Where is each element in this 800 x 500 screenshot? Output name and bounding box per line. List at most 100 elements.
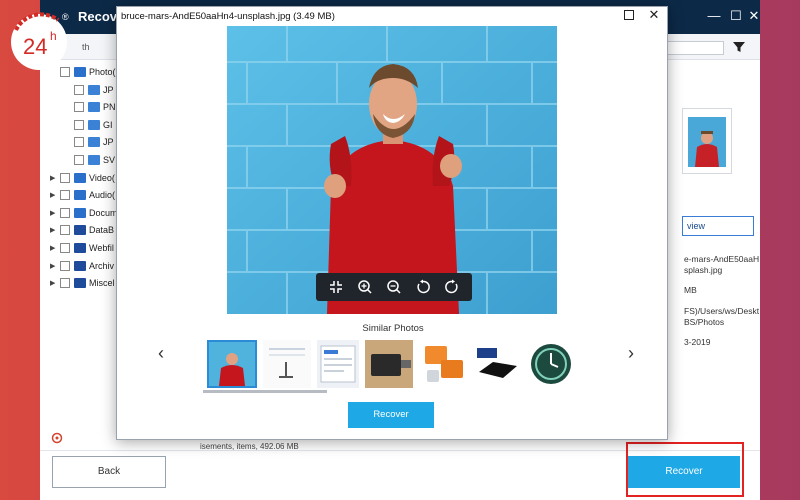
folder-icon	[88, 155, 100, 165]
file-name-line1: e-mars-AndE50aaH	[684, 254, 760, 264]
close-icon[interactable]: ✕	[647, 7, 661, 23]
tree-item-label: Miscel	[89, 278, 115, 289]
path-label: th	[82, 42, 90, 52]
similar-thumbnail[interactable]	[263, 340, 311, 388]
fit-screen-icon[interactable]	[328, 279, 344, 295]
item-checkbox[interactable]	[74, 119, 84, 130]
folder-icon	[74, 260, 86, 271]
expand-arrow-icon[interactable]: ▶	[50, 226, 58, 234]
zoom-in-icon[interactable]	[357, 279, 373, 295]
tree-item[interactable]: ▶ Docum	[50, 205, 118, 221]
zoom-out-icon[interactable]	[386, 279, 402, 295]
tree-item[interactable]: ▶ DataB	[50, 222, 114, 238]
minimize-icon[interactable]: —	[706, 8, 722, 24]
dialog-title: bruce-mars-AndE50aaHn4-unsplash.jpg (3.4…	[121, 11, 335, 22]
preview-thumbnail	[682, 108, 732, 174]
item-checkbox[interactable]	[60, 225, 70, 236]
expand-arrow-icon[interactable]: ▶	[50, 209, 58, 217]
similar-thumbnail[interactable]	[527, 340, 575, 388]
recover-button[interactable]: Recover	[348, 402, 434, 428]
folder-icon	[74, 207, 86, 218]
folder-icon	[74, 225, 86, 236]
highlight-frame	[626, 442, 744, 497]
tree-item-label: SV	[103, 155, 116, 165]
item-checkbox[interactable]	[60, 190, 70, 201]
tree-item-label: Webfil	[89, 243, 114, 253]
folder-icon	[74, 190, 86, 201]
tree-item[interactable]: ▶ Miscel	[50, 275, 115, 291]
filter-icon[interactable]	[732, 40, 746, 54]
settings-icon[interactable]	[51, 432, 63, 444]
rotate-right-icon[interactable]	[444, 279, 460, 295]
folder-icon	[88, 84, 100, 95]
tree-item[interactable]: ▶ Archiv	[50, 258, 114, 274]
expand-arrow-icon[interactable]: ▶	[50, 244, 58, 252]
logo-text: 24	[23, 34, 47, 59]
similar-thumbnail[interactable]	[473, 340, 523, 388]
tree-item-label: JP	[103, 137, 114, 148]
item-checkbox[interactable]	[60, 207, 70, 218]
similar-thumbnail[interactable]	[207, 340, 257, 388]
file-path-line1: FS)/Users/ws/Deskt	[684, 306, 760, 316]
tree-item[interactable]: SV	[64, 152, 115, 168]
similar-thumbnail[interactable]	[419, 340, 469, 388]
item-checkbox[interactable]	[60, 278, 70, 289]
tree-item[interactable]: ▶ Video(	[50, 170, 115, 186]
folder-icon	[74, 243, 86, 253]
item-checkbox[interactable]	[60, 172, 70, 183]
folder-icon	[74, 278, 86, 289]
tree-item-label: GI	[103, 119, 113, 130]
search-input[interactable]	[660, 41, 724, 55]
logo-registered: ®	[62, 12, 69, 22]
close-icon[interactable]: ✕	[746, 8, 762, 24]
expand-arrow-icon[interactable]: ▶	[50, 262, 58, 270]
maximize-icon[interactable]: ☐	[728, 8, 744, 24]
brand-logo: 24 h ®	[11, 12, 69, 70]
item-checkbox[interactable]	[74, 102, 84, 113]
preview-image	[227, 26, 557, 314]
details-panel: view e-mars-AndE50aaH splash.jpg MB FS)/…	[660, 60, 760, 430]
tree-item[interactable]: ▶ Audio(	[50, 187, 115, 203]
file-date: 3-2019	[684, 337, 711, 347]
tree-item-label: Video(	[89, 172, 115, 183]
item-checkbox[interactable]	[74, 155, 84, 165]
zoom-toolbar	[316, 273, 472, 301]
file-path-line2: BS/Photos	[684, 317, 725, 327]
file-size: MB	[684, 285, 697, 295]
file-type-tree: Photo( JP PN GI JP SV ▶ Video( ▶ Audio( ▶ Docum ▶ Dat…	[40, 60, 120, 430]
tree-item[interactable]: JP	[64, 134, 114, 150]
chevron-right-icon[interactable]: ›	[623, 343, 639, 363]
expand-arrow-icon[interactable]: ▶	[50, 279, 58, 287]
item-checkbox[interactable]	[74, 84, 84, 95]
folder-icon	[74, 172, 86, 183]
tree-item-label: JP	[103, 84, 114, 95]
thumbnail-scrollbar[interactable]	[203, 390, 327, 393]
folder-icon	[88, 102, 100, 113]
tree-item-label: DataB	[89, 225, 115, 236]
tree-item-label: PN	[103, 102, 116, 113]
tree-item-label: Archiv	[89, 260, 115, 271]
back-button[interactable]: Back	[52, 456, 166, 488]
similar-thumbnail[interactable]	[317, 340, 359, 388]
item-checkbox[interactable]	[60, 243, 70, 253]
tree-item[interactable]: JP	[64, 82, 114, 98]
file-name-line2: splash.jpg	[684, 265, 723, 275]
folder-icon	[88, 137, 100, 148]
item-checkbox[interactable]	[74, 137, 84, 148]
maximize-icon[interactable]	[624, 10, 634, 20]
similar-photos-label: Similar Photos	[362, 323, 424, 334]
expand-arrow-icon[interactable]: ▶	[50, 174, 58, 182]
photo-preview	[227, 26, 557, 314]
similar-thumbnail[interactable]	[365, 340, 413, 388]
preview-button[interactable]: view	[682, 216, 754, 236]
chevron-left-icon[interactable]: ‹	[153, 343, 169, 363]
tree-item[interactable]: GI	[64, 117, 113, 133]
tree-item[interactable]: ▶ Webfil	[50, 240, 114, 256]
tree-item-label: Docum	[89, 207, 118, 218]
rotate-left-icon[interactable]	[415, 279, 431, 295]
expand-arrow-icon[interactable]: ▶	[50, 191, 58, 199]
item-checkbox[interactable]	[60, 260, 70, 271]
tree-item-label: Photo(	[89, 67, 116, 77]
tree-item[interactable]: PN	[64, 99, 116, 115]
tree-item-label: Audio(	[89, 190, 116, 201]
